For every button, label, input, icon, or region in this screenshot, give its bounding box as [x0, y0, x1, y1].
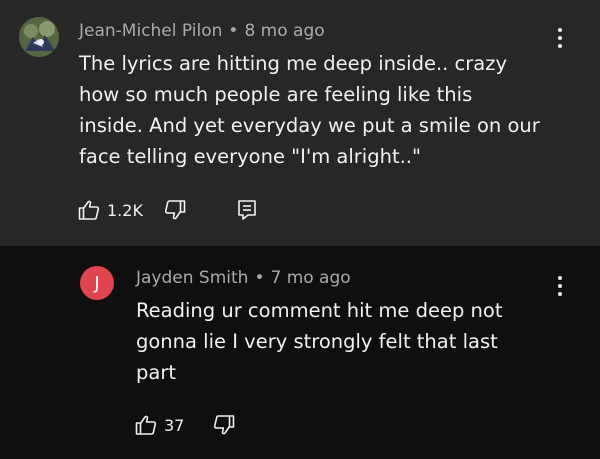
more-options-icon[interactable]	[550, 274, 570, 298]
comment-time[interactable]: 7 mo ago	[270, 268, 350, 288]
like-count: 1.2K	[107, 200, 143, 220]
more-options-icon[interactable]	[550, 26, 570, 50]
comment-text-line: gonna lie I very strongly felt that last	[136, 330, 498, 353]
meta-separator: •	[228, 21, 239, 41]
meta-separator: •	[254, 268, 265, 288]
avatar[interactable]	[19, 17, 59, 57]
comment-text: Reading ur comment hit me deep not gonna…	[136, 295, 556, 388]
photo-avatar-icon	[19, 17, 59, 57]
like-icon[interactable]	[77, 198, 101, 222]
dislike-icon[interactable]	[163, 198, 187, 222]
author-name[interactable]: Jean-Michel Pilon	[79, 21, 222, 41]
comment-actions: 37	[134, 413, 236, 437]
comment-meta: Jean-Michel Pilon • 8 mo ago	[79, 21, 325, 41]
comment-text: The lyrics are hitting me deep inside.. …	[79, 48, 579, 172]
comment-text-line: how so much people are feeling like this	[79, 83, 473, 106]
dislike-icon[interactable]	[212, 413, 236, 437]
reply-icon[interactable]	[236, 198, 258, 222]
comment-actions: 1.2K	[77, 198, 258, 222]
comment-meta: Jayden Smith • 7 mo ago	[136, 268, 351, 288]
comment-text-line: The lyrics are hitting me deep inside.. …	[79, 52, 508, 75]
avatar-letter: J	[94, 272, 100, 294]
comment-text-line: part	[136, 361, 176, 384]
comment-text-line: face telling everyone "I'm alright.."	[79, 145, 421, 168]
like-icon[interactable]	[134, 413, 158, 437]
comment-text-line: Reading ur comment hit me deep not	[136, 299, 503, 322]
like-count: 37	[164, 415, 185, 435]
comment-text-line: inside. And yet everyday we put a smile …	[79, 114, 540, 137]
author-name[interactable]: Jayden Smith	[136, 268, 248, 288]
comment-time[interactable]: 8 mo ago	[244, 21, 324, 41]
avatar[interactable]: J	[80, 266, 114, 300]
